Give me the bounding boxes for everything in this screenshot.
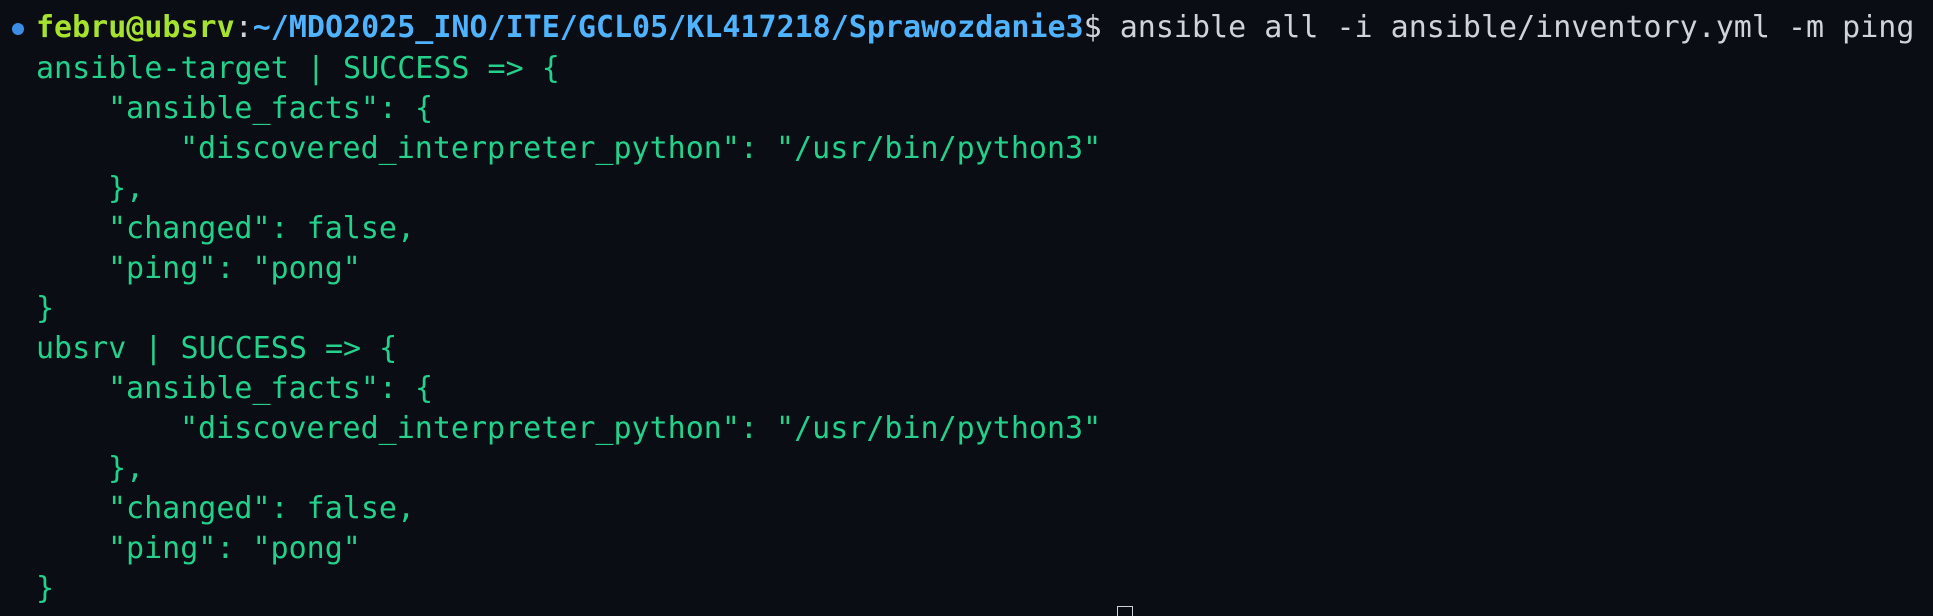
output-line: "ping": "pong" [108,531,361,566]
output-line: "ansible_facts": { [108,91,434,126]
output-line: "ansible_facts": { [108,371,434,406]
prompt-dollar: $ [1083,10,1102,45]
prompt-command: ansible all -i ansible/inventory.yml -m … [1101,10,1915,45]
output-line: ansible-target | SUCCESS => { [36,51,560,86]
command-status-dot-icon [12,23,24,35]
output-line: "changed": false, [108,491,416,526]
prompt-line: febru@ubsrv:~/MDO2025_INO/ITE/GCL05/KL41… [36,8,1914,48]
output-line: }, [108,451,145,486]
prompt-path: ~/MDO2025_INO/ITE/GCL05/KL417218/Sprawoz… [252,10,1084,45]
output-line: "discovered_interpreter_python": "/usr/b… [180,131,1102,166]
output-line: "discovered_interpreter_python": "/usr/b… [180,411,1102,446]
prompt-separator: : [234,10,253,45]
terminal-window[interactable]: febru@ubsrv:~/MDO2025_INO/ITE/GCL05/KL41… [0,0,1933,616]
output-line: } [36,291,55,326]
output-line: ubsrv | SUCCESS => { [36,331,398,366]
output-line: } [36,571,55,606]
prompt-user-host: febru@ubsrv [36,10,235,45]
output-line: }, [108,171,145,206]
output-line: "changed": false, [108,211,416,246]
output-line: "ping": "pong" [108,251,361,286]
text-cursor-icon [1117,606,1133,616]
